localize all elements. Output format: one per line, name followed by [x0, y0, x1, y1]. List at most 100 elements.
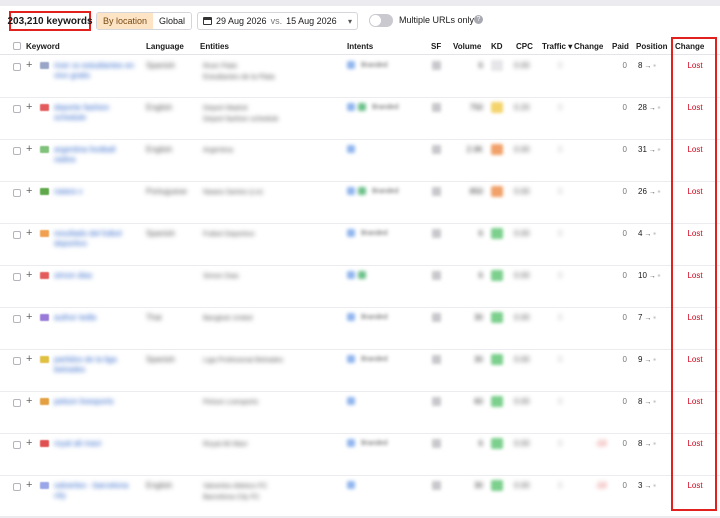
col-volume[interactable]: Volume: [453, 42, 481, 51]
cpc-cell: 0.00: [514, 313, 530, 322]
by-location-button[interactable]: By location: [97, 13, 154, 29]
serp-features-icon[interactable]: [432, 355, 441, 364]
entity-2[interactable]: Barcelona City FC: [203, 492, 267, 503]
col-cpc[interactable]: CPC: [516, 42, 533, 51]
entity-1[interactable]: River Plate: [203, 61, 275, 72]
entity-1[interactable]: Futbol Deportivo: [203, 229, 254, 240]
entity-1[interactable]: Argentina: [203, 145, 233, 156]
keyword-link[interactable]: simon dias: [54, 271, 138, 281]
select-all-checkbox[interactable]: [13, 42, 21, 50]
position-change-dot-icon: •: [651, 315, 656, 322]
keyword-link[interactable]: pelson livesports: [54, 397, 138, 407]
add-icon[interactable]: +: [26, 437, 32, 449]
language-cell: Spanish: [146, 355, 175, 364]
col-language[interactable]: Language: [146, 42, 184, 51]
position-cell: 3 → •: [638, 481, 656, 490]
col-entities[interactable]: Entities: [200, 42, 229, 51]
serp-features-icon[interactable]: [432, 313, 441, 322]
col-sf[interactable]: SF: [431, 42, 441, 51]
keyword-link[interactable]: naiara v: [54, 187, 138, 197]
country-flag-icon: [40, 482, 49, 489]
row-checkbox[interactable]: [13, 63, 21, 71]
row-checkbox[interactable]: [13, 273, 21, 281]
row-checkbox[interactable]: [13, 105, 21, 113]
row-checkbox[interactable]: [13, 483, 21, 491]
keyword-link[interactable]: river vs estudiantes en vivo gratis: [54, 61, 138, 81]
keyword-count: 203,210 keywords: [7, 11, 93, 31]
entity-2[interactable]: Deport fashion schedule: [203, 114, 279, 125]
keyword-link[interactable]: resultado del futbol deportivo: [54, 229, 138, 249]
add-icon[interactable]: +: [26, 311, 32, 323]
status-lost: Lost: [687, 145, 703, 154]
keyword-link[interactable]: argentina football radios: [54, 145, 138, 165]
traffic-cell: 0: [558, 355, 563, 364]
multiple-urls-switch[interactable]: [369, 14, 393, 27]
col-intents[interactable]: Intents: [347, 42, 373, 51]
col-position[interactable]: Position: [636, 42, 668, 51]
help-icon[interactable]: ?: [474, 15, 483, 24]
serp-features-icon[interactable]: [432, 61, 441, 70]
add-icon[interactable]: +: [26, 479, 32, 491]
position-change-dot-icon: •: [651, 63, 656, 70]
row-checkbox[interactable]: [13, 147, 21, 155]
col-paid[interactable]: Paid: [612, 42, 629, 51]
serp-features-icon[interactable]: [432, 187, 441, 196]
position-value: 10: [638, 271, 647, 280]
entity-1[interactable]: Valverleo Atletico FC: [203, 481, 267, 492]
row-checkbox[interactable]: [13, 357, 21, 365]
add-icon[interactable]: +: [26, 185, 32, 197]
entities-cell: Argentina: [203, 145, 233, 156]
col-traffic[interactable]: Traffic ▾: [542, 42, 572, 51]
status-lost: Lost: [687, 313, 703, 322]
intent-badges: Branded: [347, 355, 387, 363]
traffic-cell: 0: [558, 103, 563, 112]
country-flag-icon: [40, 314, 49, 321]
entity-1[interactable]: Liga Profesional Betrades: [203, 355, 283, 366]
add-icon[interactable]: +: [26, 269, 32, 281]
add-icon[interactable]: +: [26, 227, 32, 239]
keyword-link[interactable]: author tedla: [54, 313, 138, 323]
add-icon[interactable]: +: [26, 59, 32, 71]
entities-cell: Futbol Deportivo: [203, 229, 254, 240]
arrow-right-icon: →: [646, 147, 656, 154]
entity-1[interactable]: Pelson Livesports: [203, 397, 258, 408]
paid-cell: 0: [622, 229, 627, 238]
entity-1[interactable]: Bangkok United: [203, 313, 252, 324]
row-checkbox[interactable]: [13, 189, 21, 197]
keyword-link[interactable]: valverleo - barcelona city: [54, 481, 138, 501]
entity-1[interactable]: Naiara Santos (Liv): [203, 187, 263, 198]
table-row: + deporte fashion schedule English Deport M…: [0, 98, 720, 140]
row-checkbox[interactable]: [13, 441, 21, 449]
serp-features-icon[interactable]: [432, 103, 441, 112]
entity-1[interactable]: Simon Dias: [203, 271, 239, 282]
add-icon[interactable]: +: [26, 101, 32, 113]
keyword-link[interactable]: partidos de la liga betrades: [54, 355, 138, 375]
entity-1[interactable]: Deport Madrid: [203, 103, 279, 114]
row-checkbox[interactable]: [13, 231, 21, 239]
entity-2[interactable]: Estudiantes de la Plata: [203, 72, 275, 83]
serp-features-icon[interactable]: [432, 145, 441, 154]
serp-features-icon[interactable]: [432, 397, 441, 406]
position-cell: 8 → •: [638, 397, 656, 406]
add-icon[interactable]: +: [26, 353, 32, 365]
serp-features-icon[interactable]: [432, 439, 441, 448]
add-icon[interactable]: +: [26, 143, 32, 155]
row-checkbox[interactable]: [13, 399, 21, 407]
col-keyword[interactable]: Keyword: [26, 42, 60, 51]
date-range-picker[interactable]: 29 Aug 2026 vs. 15 Aug 2026 ▾: [197, 12, 358, 30]
add-icon[interactable]: +: [26, 395, 32, 407]
row-checkbox[interactable]: [13, 315, 21, 323]
global-button[interactable]: Global: [153, 13, 192, 29]
col-position-change[interactable]: Change: [675, 42, 704, 51]
serp-features-icon[interactable]: [432, 229, 441, 238]
serp-features-icon[interactable]: [432, 271, 441, 280]
date-from: 29 Aug 2026: [216, 16, 267, 26]
serp-features-icon[interactable]: [432, 481, 441, 490]
keyword-link[interactable]: royal alt mavi: [54, 439, 138, 449]
keyword-link[interactable]: deporte fashion schedule: [54, 103, 138, 123]
col-traffic-change[interactable]: Change: [574, 42, 603, 51]
col-kd[interactable]: KD: [491, 42, 503, 51]
cpc-cell: 0.00: [514, 355, 530, 364]
intent-icon: [347, 481, 355, 489]
entity-1[interactable]: Royal Alt Mavi: [203, 439, 247, 450]
